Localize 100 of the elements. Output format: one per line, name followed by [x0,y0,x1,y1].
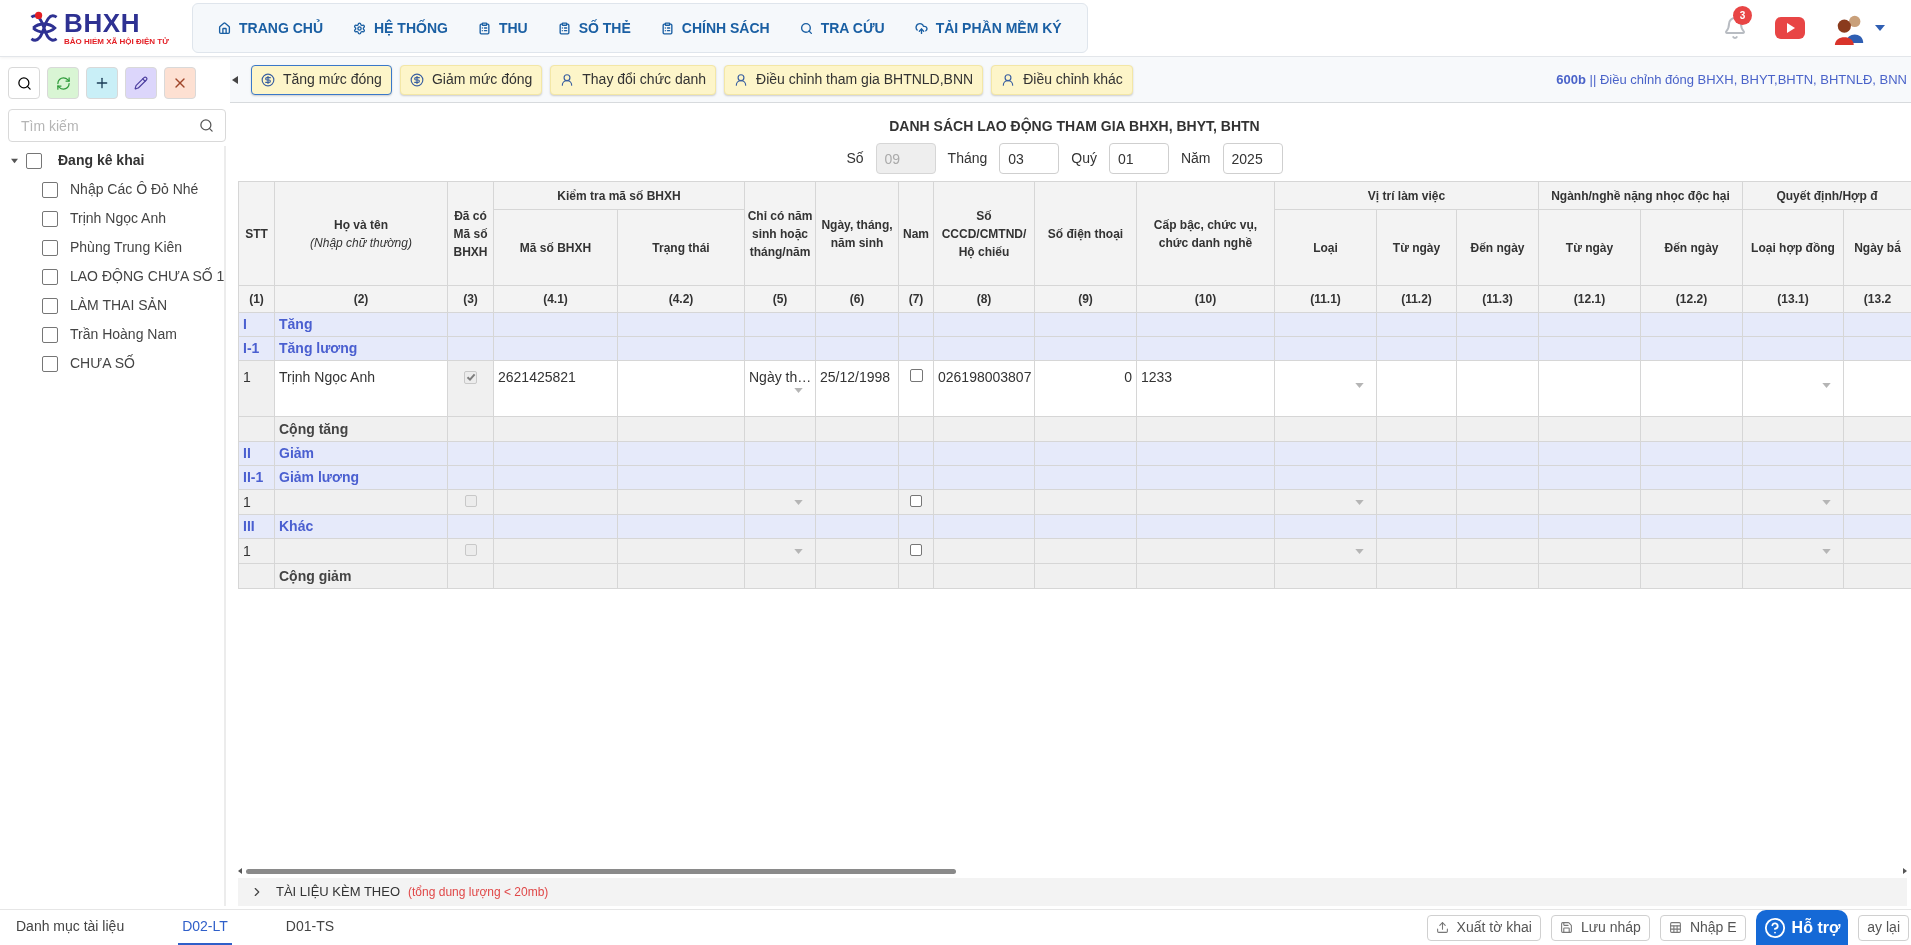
tree-item-label[interactable]: Nhập Các Ô Đỏ Nhé [70,179,199,200]
column-header: Cấp bậc, chức vụ, chức danh nghề [1136,181,1275,286]
checkbox[interactable] [42,326,58,343]
logo-subtitle: BẢO HIỂM XÃ HỘI ĐIỆN TỬ [64,38,169,46]
checkbox[interactable] [42,210,58,227]
help-icon [1763,916,1786,939]
field-label: Tháng [947,149,988,168]
section-title: Giảm lương [274,465,448,490]
expanded-caret-icon[interactable] [11,157,18,164]
table-cell: 0 [1034,360,1137,417]
video-play-icon[interactable] [1775,17,1805,39]
tab[interactable]: Thay đổi chức danh [550,64,717,95]
table-cell: 026198003807 [933,360,1035,417]
checkbox[interactable] [42,297,58,314]
column-number: (4.2) [617,285,745,313]
column-number: (12.2) [1640,285,1743,313]
upload-icon [1435,921,1449,934]
nav-link[interactable]: CHÍNH SÁCH [647,4,783,52]
tree-item-label[interactable]: LÀM THAI SẢN [70,295,167,316]
scroll-right-icon[interactable] [1903,868,1907,874]
search-field[interactable]: Tìm kiếm [8,109,226,142]
column-group-header: Vị trí làm việc [1274,181,1539,210]
tree-item-label[interactable]: CHƯA SỐ [70,353,135,374]
help-button[interactable]: Hỗ trợ [1755,909,1849,945]
dropdown-field[interactable] [1742,360,1844,417]
nav-link[interactable]: TẢI PHẦN MỀM KÝ [901,4,1075,52]
search-button[interactable] [8,67,40,99]
edit-button[interactable] [125,67,157,99]
dropdown-field[interactable]: Ngày th… [744,360,816,417]
tree-item-label[interactable]: Trịnh Ngọc Anh [70,208,166,229]
checkbox[interactable] [909,369,923,382]
scroll-left-icon[interactable] [238,868,242,874]
gear-icon [353,21,366,35]
refresh-button[interactable] [47,67,79,99]
column-header: Từ ngày [1538,209,1641,286]
table-cell: Trịnh Ngọc Anh [274,360,448,417]
section-title: Tăng [274,312,448,337]
dropdown-field[interactable] [1274,360,1377,417]
tab[interactable]: Điều chỉnh tham gia BHTNLD,BNN [724,64,984,95]
caret-icon [1822,548,1831,554]
tab[interactable]: Tăng mức đóng [251,64,392,95]
column-header: Ngày bắ [1843,209,1911,286]
input-field[interactable]: 01 [1108,143,1169,174]
add-button[interactable] [86,67,118,99]
checkbox[interactable] [42,239,58,256]
column-number: (11.2) [1376,285,1457,313]
footer-tab[interactable]: D01-TS [281,910,339,945]
footer-button[interactable]: Nhập E [1659,914,1746,941]
column-header: Từ ngày [1376,209,1457,286]
horizontal-scrollbar-thumb[interactable] [246,868,956,874]
search-icon [16,75,32,91]
caret-down-icon[interactable] [1875,25,1885,31]
input-field[interactable]: 2025 [1222,143,1283,174]
footer-button[interactable]: Xuất tờ khai [1426,914,1541,941]
column-header: Nam [898,181,934,286]
caret-icon [794,388,803,393]
footer-tab[interactable]: Danh mục tài liệu [12,910,129,945]
column-header: Mã số BHXH [493,209,618,286]
tab[interactable]: Giảm mức đóng [399,64,543,95]
nav-link[interactable]: SỐ THẺ [544,4,644,52]
logo[interactable]: BHXH BẢO HIỂM XÃ HỘI ĐIỆN TỬ [0,10,192,46]
table-title: DANH SÁCH LAO ĐỘNG THAM GIA BHXH, BHYT, BHTN [888,116,1261,136]
nav-link[interactable]: TRA CỨU [786,4,898,52]
table-cell: 25/12/1998 [815,360,899,417]
list-icon [660,21,674,35]
checkbox[interactable] [42,355,58,372]
caret-icon [1355,548,1364,554]
footer-button[interactable]: ay lại [1858,914,1909,941]
column-number: (2) [274,285,448,313]
checkbox[interactable] [42,268,58,285]
checkbox[interactable] [26,152,42,169]
nav-link[interactable]: THU [464,4,541,52]
nav-link[interactable]: HỆ THỐNG [340,4,461,52]
tree-item-label[interactable]: Đang kê khai [58,150,145,171]
column-number: (12.1) [1538,285,1641,313]
checkbox[interactable] [42,181,58,198]
caret-icon [1822,499,1831,505]
section-code: I-1 [238,336,275,361]
caret-icon [1355,383,1364,388]
tree-item-label[interactable]: Trần Hoàng Nam [70,324,177,345]
caret-icon [1355,499,1364,505]
cloud-upload-icon [914,21,928,35]
footer-button[interactable]: Lưu nháp [1550,914,1650,941]
user-icon [1001,72,1016,87]
attachments-header[interactable]: TÀI LIỆU KÈM THEO (tổng dung lượng < 20mb) [238,878,1907,906]
field-label: Năm [1180,149,1211,168]
caret-icon [794,499,803,505]
column-header: Loại [1274,209,1377,286]
collapse-arrow-icon[interactable] [232,75,238,84]
section-code: I [238,312,275,337]
tree-item-label[interactable]: Phùng Trung Kiên [70,237,183,258]
nav-link[interactable]: TRANG CHỦ [205,4,336,52]
footer-tab[interactable]: D02-LT [178,910,232,945]
column-group-header: Quyết định/Hợp đ [1742,181,1911,210]
attachments-title: TÀI LIỆU KÈM THEO [276,883,400,902]
notification-badge: 3 [1733,6,1752,25]
tab[interactable]: Điều chỉnh khác [991,64,1133,95]
column-header: Họ và tên (Nhập chữ thường) [274,181,448,286]
tree-item-label[interactable]: LAO ĐỘNG CHƯA SỐ 1 [70,266,225,287]
input-field[interactable]: 03 [999,143,1060,174]
